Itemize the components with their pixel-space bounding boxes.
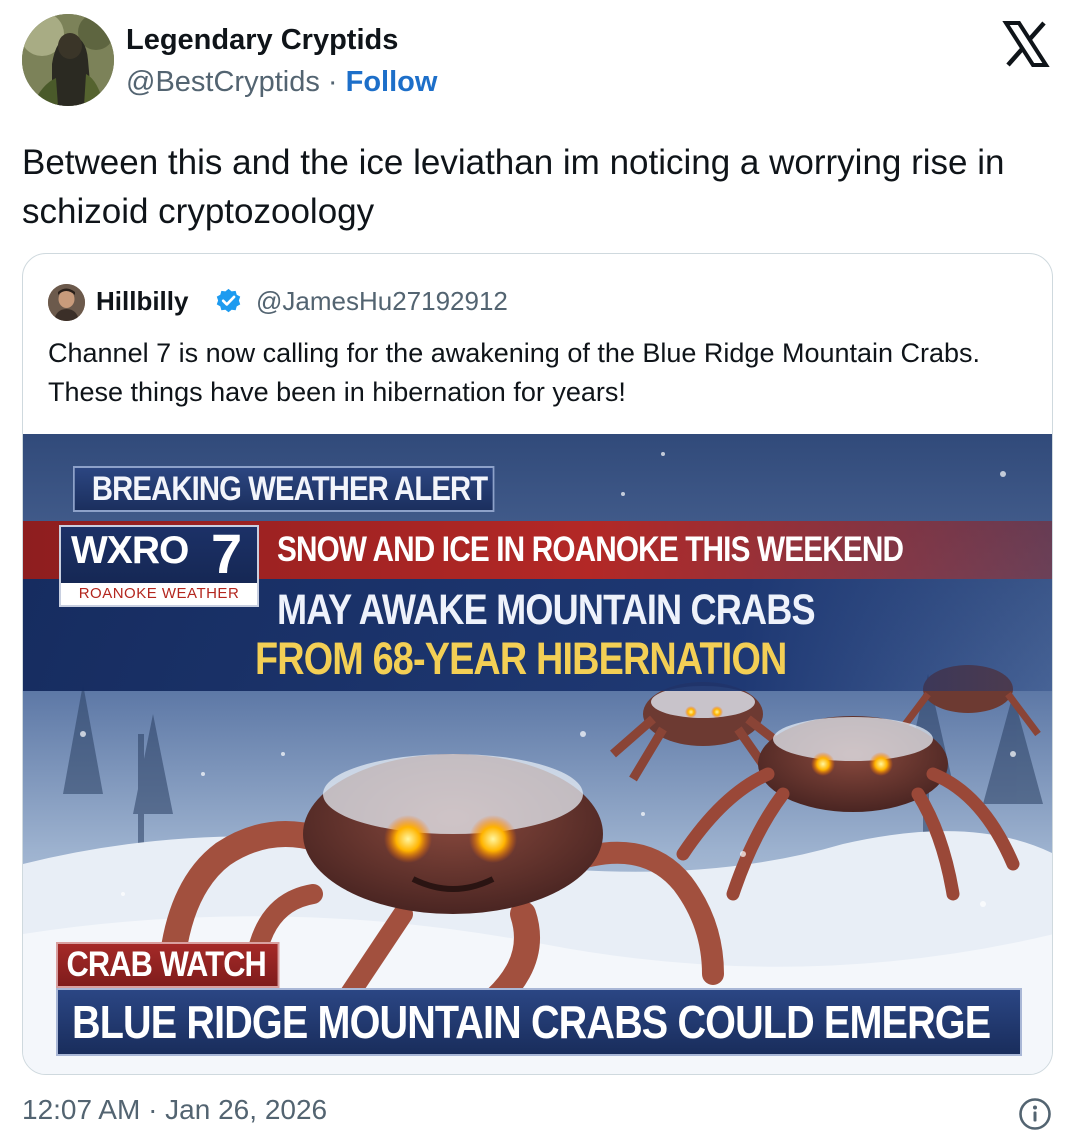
lower-third-banner: BLUE RIDGE MOUNTAIN CRABS COULD EMERGE (56, 988, 1022, 1056)
verified-badge-icon (216, 288, 241, 313)
quoted-author-handle[interactable]: @JamesHu27192912 (256, 286, 508, 317)
post-timestamp[interactable]: 12:07 AM · Jan 26, 2026 (22, 1094, 327, 1126)
post-header: Legendary Cryptids @BestCryptids · Follo… (20, 14, 1054, 110)
quoted-author-name[interactable]: Hillbilly (96, 286, 188, 317)
post-text: Between this and the ice leviathan im no… (22, 143, 1005, 231)
breaking-weather-banner: BREAKING WEATHER ALERT (73, 466, 495, 512)
station-tagline: ROANOKE WEATHER (61, 583, 257, 605)
quoted-post[interactable]: Hillbilly @JamesHu27192912 Channel 7 is … (22, 253, 1053, 1075)
station-call-sign: WXRO (71, 529, 189, 572)
author-avatar[interactable] (22, 14, 114, 106)
quoted-post-text: Channel 7 is now calling for the awakeni… (48, 338, 981, 407)
meta-separator: · (319, 66, 346, 98)
author-name[interactable]: Legendary Cryptids (126, 24, 398, 57)
quoted-author-avatar[interactable] (48, 284, 85, 321)
x-logo-icon[interactable] (1002, 20, 1050, 68)
station-number: 7 (211, 522, 243, 585)
author-handle[interactable]: @BestCryptids (126, 66, 320, 98)
station-logo: WXRO 7 ROANOKE WEATHER (59, 522, 259, 607)
crab-watch-tag: CRAB WATCH (56, 942, 280, 988)
lower-third-text: BLUE RIDGE MOUNTAIN CRABS COULD EMERGE (72, 996, 991, 1048)
quoted-media-image[interactable]: BREAKING WEATHER ALERT SNOW AND ICE IN R… (23, 434, 1052, 1074)
follow-button[interactable]: Follow (346, 66, 438, 98)
author-meta: @BestCryptids · Follow (126, 66, 437, 99)
info-icon[interactable] (1018, 1097, 1052, 1131)
headline-line-1: SNOW AND ICE IN ROANOKE THIS WEEKEND (277, 530, 904, 569)
headline-line-3: FROM 68-YEAR HIBERNATION (255, 633, 787, 684)
headline-line-2: MAY AWAKE MOUNTAIN CRABS (277, 586, 816, 634)
